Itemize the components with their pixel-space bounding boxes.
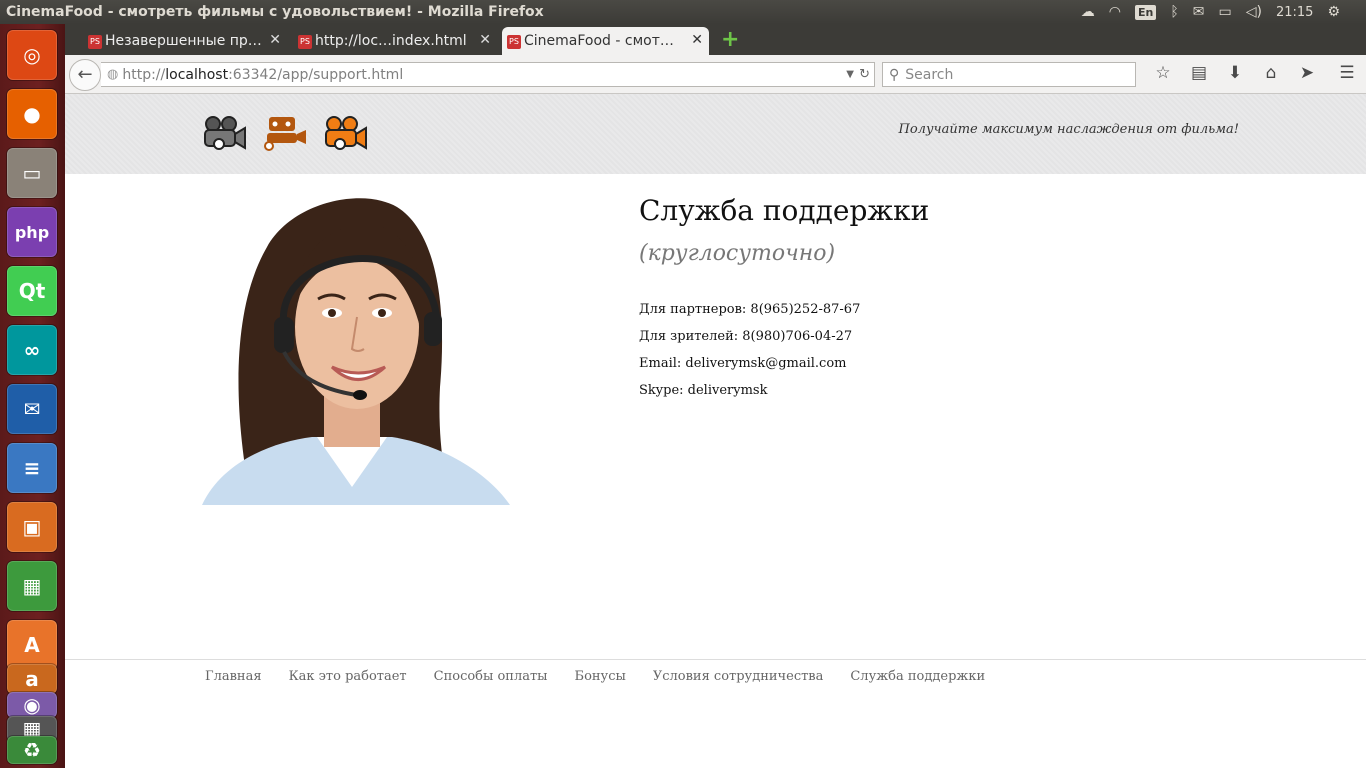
contact-skype: Skype: deliverymsk bbox=[639, 383, 768, 398]
camera-logo-icon[interactable] bbox=[199, 114, 247, 154]
ubuntu-dash-icon[interactable]: ◎ bbox=[7, 30, 57, 80]
wifi-icon[interactable]: ◠ bbox=[1109, 4, 1121, 20]
system-indicators: ☁ ◠ En ᛒ ✉ ▭ ◁) 21:15 ⚙ bbox=[1081, 4, 1366, 20]
search-input[interactable]: ⚲ Search bbox=[882, 62, 1136, 87]
url-path: :63342/app/support.html bbox=[228, 66, 404, 83]
footer-link-cooperation[interactable]: Условия сотрудничества bbox=[653, 669, 824, 684]
tab-label: Незавершенные пр… bbox=[105, 33, 262, 49]
arduino-icon[interactable]: ∞ bbox=[7, 325, 57, 375]
share-send-icon[interactable]: ➤ bbox=[1289, 63, 1325, 83]
phpstorm-favicon-icon: PS bbox=[298, 35, 312, 49]
home-icon[interactable]: ⌂ bbox=[1253, 63, 1289, 83]
bookmark-star-icon[interactable]: ☆ bbox=[1145, 63, 1181, 83]
site-header: Получайте максимум наслаждения от фильма… bbox=[65, 94, 1366, 174]
tab-unfinished[interactable]: PS Незавершенные пр… ✕ bbox=[83, 27, 287, 55]
new-tab-plus-icon[interactable]: + bbox=[721, 27, 739, 52]
footer-link-bonuses[interactable]: Бонусы bbox=[575, 669, 626, 684]
footer-link-payment[interactable]: Способы оплаты bbox=[434, 669, 548, 684]
url-bar[interactable]: ◍ http:// localhost :63342/app/support.h… bbox=[101, 62, 875, 87]
globe-icon[interactable]: ◍ bbox=[107, 67, 118, 82]
contact-email: Email: deliverymsk@gmail.com bbox=[639, 356, 847, 371]
hamburger-menu-icon[interactable]: ☰ bbox=[1325, 63, 1366, 83]
page-subtitle: (круглосуточно) bbox=[639, 241, 836, 266]
phpstorm-favicon-icon: PS bbox=[507, 35, 521, 49]
phpstorm-icon[interactable]: php bbox=[7, 207, 57, 257]
footer-nav: Главная Как это работает Способы оплаты … bbox=[205, 669, 985, 684]
tab-cinemafood[interactable]: PS CinemaFood - смот… ✕ bbox=[502, 27, 709, 55]
download-icon[interactable]: ⬇ bbox=[1217, 63, 1253, 83]
calc-icon[interactable]: ▦ bbox=[7, 561, 57, 611]
ubuntu-one-icon[interactable]: ◉ bbox=[7, 692, 57, 718]
cloud-icon[interactable]: ☁ bbox=[1081, 4, 1095, 20]
volume-icon[interactable]: ◁) bbox=[1246, 4, 1262, 20]
impress-icon[interactable]: ▣ bbox=[7, 502, 57, 552]
thunderbird-icon[interactable]: ✉ bbox=[7, 384, 57, 434]
url-host: localhost bbox=[165, 66, 229, 83]
files-icon[interactable]: ▭ bbox=[7, 148, 57, 198]
close-icon[interactable]: ✕ bbox=[691, 32, 703, 48]
footer-link-home[interactable]: Главная bbox=[205, 669, 262, 684]
qt-creator-icon[interactable]: Qt bbox=[7, 266, 57, 316]
writer-icon[interactable]: ≡ bbox=[7, 443, 57, 493]
firefox-icon[interactable]: ● bbox=[7, 89, 57, 139]
tab-index[interactable]: PS http://loc…index.html ✕ bbox=[293, 27, 497, 55]
contact-list: Для партнеров: 8(965)252-87-67 Для зрите… bbox=[639, 302, 860, 410]
page-title: Служба поддержки bbox=[639, 194, 930, 227]
mail-icon[interactable]: ✉ bbox=[1193, 4, 1205, 20]
toolbar-icons: ☆ ▤ ⬇ ⌂ ➤ ☰ bbox=[1145, 63, 1366, 83]
reload-icon[interactable]: ↻ bbox=[859, 67, 870, 82]
close-icon[interactable]: ✕ bbox=[479, 32, 491, 48]
unity-launcher: ◎ ● ▭ php Qt ∞ ✉ ≡ ▣ ▦ A a ◉ ▦ ♻ bbox=[0, 24, 65, 768]
search-icon: ⚲ bbox=[889, 66, 900, 83]
footer-link-support[interactable]: Служба поддержки bbox=[850, 669, 985, 684]
software-center-icon[interactable]: A bbox=[7, 620, 57, 670]
battery-icon[interactable]: ▭ bbox=[1219, 4, 1232, 20]
url-prefix: http:// bbox=[122, 66, 166, 83]
amazon-icon[interactable]: a bbox=[7, 664, 57, 694]
tab-label: http://loc…index.html bbox=[315, 33, 467, 49]
close-icon[interactable]: ✕ bbox=[269, 32, 281, 48]
back-arrow-icon[interactable]: ← bbox=[69, 59, 101, 91]
tab-label: CinemaFood - смот… bbox=[524, 33, 674, 49]
system-top-bar: CinemaFood - смотреть фильмы с удовольст… bbox=[0, 0, 1366, 24]
keyboard-layout-indicator[interactable]: En bbox=[1135, 4, 1157, 20]
contact-viewers: Для зрителей: 8(980)706-04-27 bbox=[639, 329, 853, 344]
navigation-bar: ← ◍ http:// localhost :63342/app/support… bbox=[65, 55, 1366, 94]
reading-list-icon[interactable]: ▤ bbox=[1181, 63, 1217, 83]
camera-logo-icon[interactable] bbox=[261, 114, 309, 154]
trash-icon[interactable]: ♻ bbox=[7, 736, 57, 764]
tab-bar: PS Незавершенные пр… ✕ PS http://loc…ind… bbox=[65, 24, 1366, 55]
contact-partners: Для партнеров: 8(965)252-87-67 bbox=[639, 302, 861, 317]
phpstorm-favicon-icon: PS bbox=[88, 35, 102, 49]
support-operator-photo bbox=[192, 187, 510, 505]
chevron-down-icon[interactable]: ▼ bbox=[846, 69, 854, 80]
footer-link-how-it-works[interactable]: Как это работает bbox=[289, 669, 407, 684]
window-title: CinemaFood - смотреть фильмы с удовольст… bbox=[6, 4, 544, 20]
camera-logo-icon[interactable] bbox=[320, 114, 368, 154]
settings-gear-icon[interactable]: ⚙ bbox=[1327, 4, 1340, 20]
bluetooth-icon[interactable]: ᛒ bbox=[1170, 4, 1178, 20]
web-page: Получайте максимум наслаждения от фильма… bbox=[65, 94, 1366, 768]
search-placeholder: Search bbox=[905, 66, 954, 83]
site-tagline: Получайте максимум наслаждения от фильма… bbox=[898, 122, 1239, 137]
clock[interactable]: 21:15 bbox=[1276, 5, 1313, 20]
footer-divider bbox=[65, 659, 1366, 660]
